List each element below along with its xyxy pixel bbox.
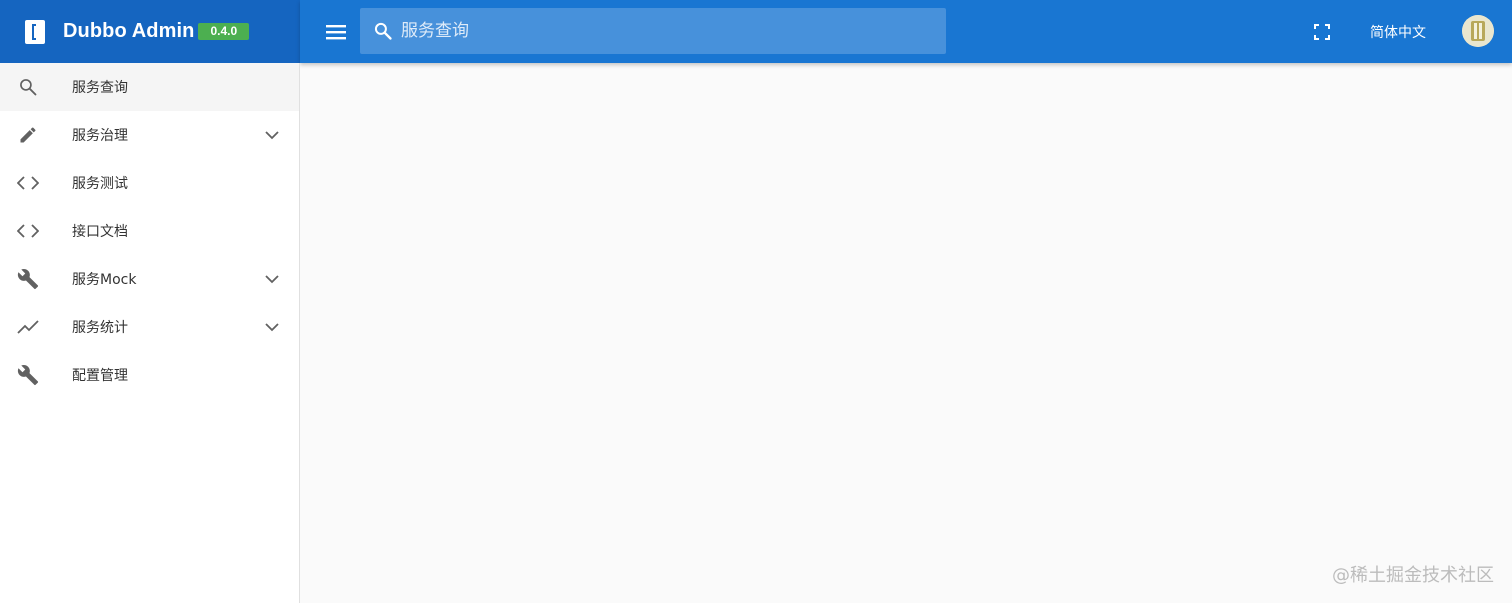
watermark: @稀土掘金技术社区: [1332, 565, 1494, 586]
fullscreen-icon[interactable]: [1310, 20, 1334, 44]
version-badge: 0.4.0: [198, 23, 250, 40]
sidebar-item-label: 服务查询: [72, 80, 128, 96]
sidebar-item-service-governance[interactable]: 服务治理: [0, 111, 299, 159]
search-box[interactable]: [360, 8, 946, 54]
sidebar-item-service-statistics[interactable]: 服务统计: [0, 303, 299, 351]
chevron-down-icon[interactable]: [260, 123, 284, 147]
sidebar-item-label: 配置管理: [72, 368, 128, 384]
menu-icon[interactable]: [324, 20, 348, 44]
app-title: Dubbo Admin: [63, 20, 195, 42]
search-icon: [16, 75, 40, 99]
sidebar-item-config-management[interactable]: 配置管理: [0, 351, 299, 399]
top-app-bar: 简体中文: [300, 0, 1512, 63]
search-icon: [372, 20, 394, 42]
code-icon: [16, 219, 40, 243]
brand-header: Dubbo Admin 0.4.0: [0, 0, 300, 63]
sidebar-item-label: 服务治理: [72, 128, 128, 144]
sidebar-item-service-mock[interactable]: 服务Mock: [0, 255, 299, 303]
trending-up-icon: [16, 315, 40, 339]
sidebar-item-label: 服务测试: [72, 176, 128, 192]
chevron-down-icon[interactable]: [260, 267, 284, 291]
sidebar-item-label: 接口文档: [72, 224, 128, 240]
chevron-down-icon[interactable]: [260, 315, 284, 339]
sidebar: 服务查询 服务治理 服务测试 接口文档 服务Mock 服务统计 配置管理: [0, 63, 300, 603]
wrench-icon: [16, 363, 40, 387]
dubbo-logo-icon[interactable]: [24, 19, 46, 45]
sidebar-item-label: 服务统计: [72, 320, 128, 336]
sidebar-item-service-search[interactable]: 服务查询: [0, 63, 299, 111]
sidebar-item-label: 服务Mock: [72, 272, 137, 288]
pencil-icon: [16, 123, 40, 147]
sidebar-item-api-docs[interactable]: 接口文档: [0, 207, 299, 255]
code-icon: [16, 171, 40, 195]
sidebar-item-service-test[interactable]: 服务测试: [0, 159, 299, 207]
search-input[interactable]: [399, 8, 946, 54]
app-root: Dubbo Admin 0.4.0 服务查询 简体中文 服务查询 服务治理 服务…: [0, 0, 1512, 603]
wrench-icon: [16, 267, 40, 291]
language-selector[interactable]: 简体中文: [1358, 19, 1438, 45]
avatar[interactable]: [1462, 15, 1494, 47]
